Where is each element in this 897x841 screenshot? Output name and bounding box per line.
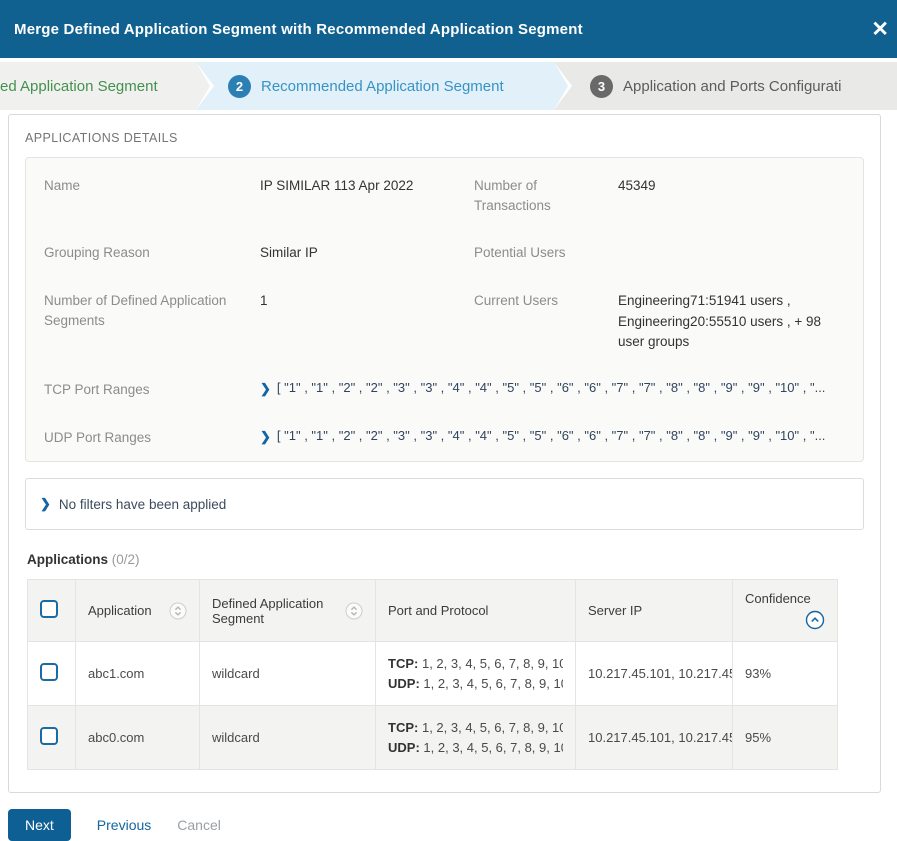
application-details-box: Name IP SIMILAR 113 Apr 2022 Number of T…	[25, 157, 864, 463]
dialog-header: Merge Defined Application Segment with R…	[0, 0, 897, 58]
row-checkbox[interactable]	[40, 663, 58, 682]
step-defined-application-segment[interactable]: ed Application Segment	[0, 62, 214, 110]
applications-selected-count: (0/2)	[111, 552, 140, 568]
potential-users-label: Potential Users	[474, 245, 566, 261]
dialog-footer: Next Previous Cancel	[0, 793, 897, 841]
applications-table: Application Defined Application Segment	[27, 579, 838, 771]
column-header-defined-application-segment[interactable]: Defined Application Segment	[199, 579, 376, 643]
section-title: APPLICATIONS DETAILS	[25, 131, 178, 145]
filters-bar[interactable]: ❯ No filters have been applied	[25, 478, 864, 531]
column-header-port-and-protocol[interactable]: Port and Protocol	[375, 579, 576, 643]
grouping-reason-value: Similar IP	[260, 245, 318, 261]
application-cell: abc1.com	[75, 641, 200, 707]
application-cell: abc0.com	[75, 705, 200, 771]
cancel-button[interactable]: Cancel	[177, 817, 221, 833]
expand-chevron-icon[interactable]: ❯	[260, 380, 271, 398]
server-ip-cell: 10.217.45.101, 10.217.45....	[575, 641, 733, 707]
content-panel: APPLICATIONS DETAILS Name IP SIMILAR 113…	[8, 114, 881, 794]
merge-dialog: Merge Defined Application Segment with R…	[0, 0, 897, 841]
udp-port-ranges-value: [ "1" , "1" , "2" , "2" , "3" , "3" , "4…	[276, 427, 826, 443]
step-number-badge: 2	[228, 74, 251, 98]
defined-segments-value: 1	[260, 293, 268, 309]
step-label: Recommended Application Segment	[261, 77, 504, 95]
transactions-label: Number of Transactions	[474, 178, 551, 213]
dialog-title: Merge Defined Application Segment with R…	[14, 20, 583, 38]
udp-port-ranges-label: UDP Port Ranges	[44, 429, 152, 445]
next-button[interactable]: Next	[8, 809, 71, 841]
column-header-confidence[interactable]: Confidence	[732, 579, 838, 643]
sort-icon[interactable]	[169, 602, 187, 620]
current-users-label: Current Users	[474, 293, 559, 309]
sort-ascending-icon[interactable]	[805, 610, 825, 630]
table-row: abc1.com wildcard TCP: 1, 2, 3, 4, 5, 6,…	[27, 641, 838, 707]
confidence-cell: 95%	[732, 705, 838, 771]
row-checkbox[interactable]	[40, 727, 58, 746]
step-application-and-ports-configuration[interactable]: 3 Application and Ports Configurati	[554, 62, 897, 110]
name-value: IP SIMILAR 113 Apr 2022	[260, 178, 414, 193]
wizard-stepper: ed Application Segment 2 Recommended App…	[0, 62, 897, 110]
udp-port-ranges-row[interactable]: ❯ [ "1" , "1" , "2" , "2" , "3" , "3" , …	[260, 428, 845, 448]
tcp-port-ranges-label: TCP Port Ranges	[44, 382, 150, 398]
step-label: Application and Ports Configurati	[623, 77, 842, 95]
name-label: Name	[44, 178, 81, 193]
applications-title: Applications	[27, 552, 109, 568]
port-protocol-cell: TCP: 1, 2, 3, 4, 5, 6, 7, 8, 9, 10,... U…	[375, 705, 576, 771]
table-row: abc0.com wildcard TCP: 1, 2, 3, 4, 5, 6,…	[27, 705, 838, 771]
confidence-cell: 93%	[732, 641, 838, 707]
close-icon[interactable]: ✕	[871, 19, 889, 40]
potential-users-value	[618, 243, 845, 263]
port-protocol-cell: TCP: 1, 2, 3, 4, 5, 6, 7, 8, 9, 10,... U…	[375, 641, 576, 707]
tcp-port-ranges-row[interactable]: ❯ [ "1" , "1" , "2" , "2" , "3" , "3" , …	[260, 380, 845, 400]
defined-segments-label: Number of Defined Application Segments	[44, 293, 227, 328]
table-header-row: Application Defined Application Segment	[27, 579, 838, 643]
tcp-port-ranges-value: [ "1" , "1" , "2" , "2" , "3" , "3" , "4…	[276, 380, 826, 396]
sort-icon[interactable]	[345, 602, 363, 620]
expand-chevron-icon[interactable]: ❯	[260, 428, 271, 446]
server-ip-cell: 10.217.45.101, 10.217.45....	[575, 705, 733, 771]
transactions-value: 45349	[618, 178, 656, 193]
segment-cell: wildcard	[199, 641, 376, 707]
previous-button[interactable]: Previous	[97, 817, 151, 833]
step-recommended-application-segment[interactable]: 2 Recommended Application Segment	[196, 62, 572, 110]
expand-chevron-icon[interactable]: ❯	[40, 495, 51, 513]
step-number-badge: 3	[590, 74, 613, 98]
current-users-value: Engineering71:51941 users , Engineering2…	[618, 293, 822, 349]
segment-cell: wildcard	[199, 705, 376, 771]
column-header-application[interactable]: Application	[75, 579, 200, 643]
applications-heading: Applications (0/2)	[27, 552, 864, 567]
grouping-reason-label: Grouping Reason	[44, 245, 150, 261]
column-header-server-ip[interactable]: Server IP	[575, 579, 733, 643]
step-label: ed Application Segment	[0, 77, 158, 95]
filters-message: No filters have been applied	[58, 496, 227, 512]
select-all-checkbox[interactable]	[40, 600, 58, 619]
